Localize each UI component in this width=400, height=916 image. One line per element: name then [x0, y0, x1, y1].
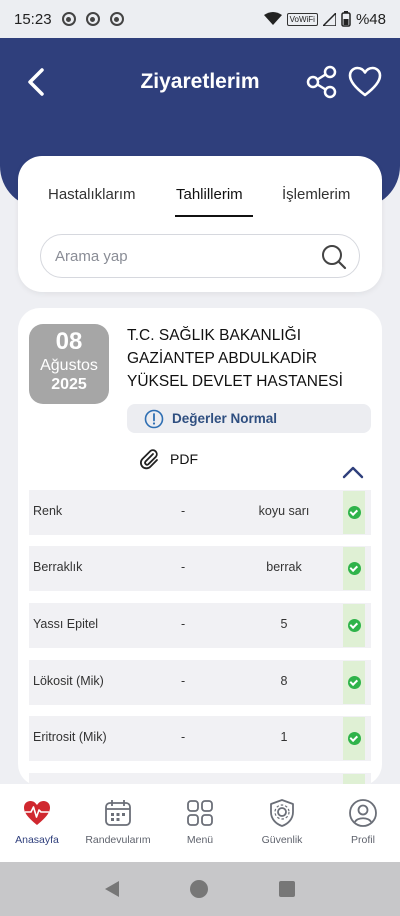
- normal-check-icon: [343, 547, 365, 590]
- test-name: Berraklık: [33, 560, 83, 574]
- nav-label: Anasayfa: [15, 834, 59, 846]
- status-time: 15:23: [14, 10, 52, 28]
- nav-label: Menü: [186, 834, 214, 846]
- table-row: Eritrosit (Mik) - 1: [29, 716, 371, 761]
- test-value: 5: [280, 617, 288, 631]
- nav-label: Randevularım: [85, 834, 151, 846]
- nav-randevularim[interactable]: Randevularım: [78, 798, 158, 846]
- tabs-card: Hastalıklarım Tahlillerim İşlemlerim: [18, 156, 382, 292]
- share-icon: [306, 65, 337, 99]
- app-notification-icon: [109, 12, 124, 26]
- wifi-icon: [263, 12, 282, 25]
- search-input[interactable]: [55, 245, 305, 267]
- normal-check-icon: [343, 491, 365, 534]
- test-value: 8: [280, 674, 288, 688]
- nav-menu[interactable]: Menü: [160, 798, 240, 846]
- info-icon: [144, 409, 164, 428]
- battery-percent: %48: [355, 10, 386, 28]
- nav-profil[interactable]: Profil: [323, 798, 400, 846]
- chrome-notification-icon: [61, 12, 76, 26]
- hospital-name-line: GAZİANTEP ABDULKADİR: [127, 350, 318, 367]
- status-text: Değerler Normal: [172, 411, 278, 426]
- normal-check-icon: [343, 717, 365, 760]
- test-value: koyu sarı: [258, 504, 310, 518]
- test-reference: -: [181, 560, 186, 574]
- hospital-name-line: YÜKSEL DEVLET HASTANESİ: [127, 373, 343, 390]
- normal-check-icon: [343, 661, 365, 704]
- pdf-label: PDF: [170, 451, 198, 467]
- nav-anasayfa[interactable]: Anasayfa: [0, 798, 77, 846]
- test-value: 1: [280, 730, 288, 744]
- table-row: Yassı Epitel - 5: [29, 603, 371, 648]
- system-nav-bar: [0, 862, 400, 916]
- visit-month: Ağustos: [40, 357, 98, 374]
- nav-label: Güvenlik: [261, 834, 303, 846]
- tab-hastaliklarim[interactable]: Hastalıklarım: [48, 186, 136, 203]
- search-icon[interactable]: [321, 244, 347, 270]
- table-row: Berraklık - berrak: [29, 546, 371, 591]
- tab-tahlillerim[interactable]: Tahlillerim: [176, 186, 243, 203]
- heart-home-icon: [24, 801, 50, 825]
- paperclip-icon: [140, 449, 158, 470]
- system-back-icon[interactable]: [105, 881, 120, 897]
- favorite-button[interactable]: [348, 66, 382, 98]
- status-badge: Değerler Normal: [127, 404, 371, 433]
- test-name: Eritrosit (Mik): [33, 730, 107, 744]
- nav-label: Profil: [351, 834, 375, 846]
- test-reference: -: [181, 674, 186, 688]
- share-button[interactable]: [304, 64, 340, 100]
- nav-guvenlik[interactable]: Güvenlik: [242, 798, 322, 846]
- shield-gear-icon: [270, 799, 294, 827]
- visit-date-box: 08 Ağustos 2025: [29, 324, 109, 404]
- visit-day: 08: [55, 328, 83, 355]
- table-row: Lökosit (Mik) - 8: [29, 660, 371, 705]
- test-reference: -: [181, 617, 186, 631]
- search-bar[interactable]: [40, 234, 360, 278]
- test-reference: -: [181, 730, 186, 744]
- test-value: berrak: [266, 560, 302, 574]
- system-home-icon[interactable]: [189, 880, 208, 898]
- test-name: Renk: [33, 504, 63, 518]
- pdf-button[interactable]: PDF: [138, 448, 198, 470]
- bottom-nav: Anasayfa Randevularım Menü Güvenlik Prof…: [0, 784, 400, 862]
- visit-year: 2025: [51, 376, 87, 393]
- system-recents-icon[interactable]: [278, 881, 295, 897]
- status-bar: 15:23 VoWiFi %48: [0, 0, 400, 38]
- test-name: Yassı Epitel: [33, 617, 99, 631]
- test-name: Lökosit (Mik): [33, 674, 104, 688]
- table-row: Renk - koyu sarı: [29, 490, 371, 535]
- battery-icon: [341, 11, 351, 27]
- heart-icon: [348, 66, 382, 97]
- grid-icon: [187, 800, 213, 826]
- chrome-notification-icon: [85, 12, 100, 26]
- visit-card[interactable]: 08 Ağustos 2025 T.C. SAĞLIK BAKANLIĞI GA…: [18, 308, 382, 786]
- tab-islemlerim[interactable]: İşlemlerim: [282, 186, 350, 203]
- normal-check-icon: [343, 604, 365, 647]
- signal-icon: [322, 12, 336, 26]
- page-title: Ziyaretlerim: [140, 70, 260, 93]
- user-icon: [349, 799, 377, 827]
- hospital-name-line: T.C. SAĞLIK BAKANLIĞI: [127, 327, 302, 344]
- hospital-name: T.C. SAĞLIK BAKANLIĞI GAZİANTEP ABDULKAD…: [127, 324, 367, 393]
- vowifi-badge: VoWiFi: [286, 12, 318, 26]
- test-reference: -: [181, 504, 186, 518]
- calendar-icon: [105, 800, 131, 826]
- active-tab-indicator: [175, 215, 253, 217]
- chevron-up-icon[interactable]: [341, 463, 365, 481]
